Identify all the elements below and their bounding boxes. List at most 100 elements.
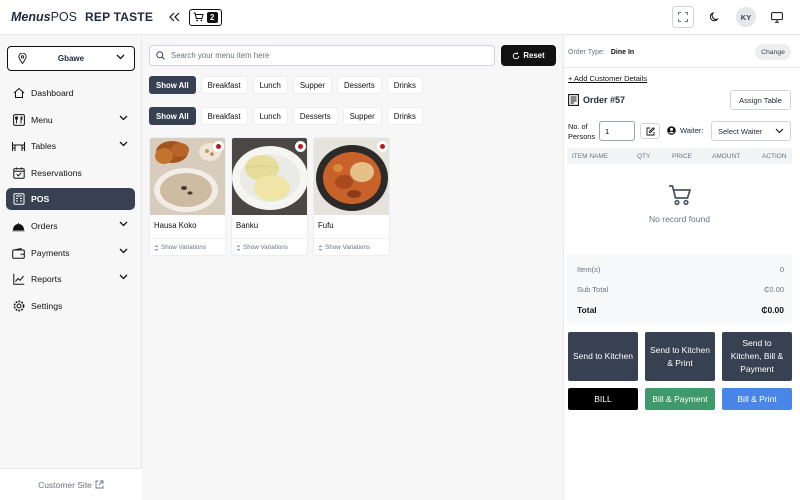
search-input[interactable] — [171, 51, 471, 60]
sidebar-item-label: Reservations — [31, 168, 82, 178]
assign-table-button[interactable]: Assign Table — [730, 90, 791, 110]
filter-lunch[interactable]: Lunch — [252, 76, 288, 94]
customer-display-button[interactable] — [766, 6, 788, 28]
bill-print-button[interactable]: Bill & Print — [722, 388, 792, 410]
menu-item-card[interactable]: Banku Show Variations — [231, 137, 308, 256]
filter-desserts[interactable]: Desserts — [292, 107, 338, 125]
filter-show-all[interactable]: Show All — [149, 107, 196, 125]
chevron-down-icon — [119, 115, 128, 121]
add-customer-details-link[interactable]: + Add Customer Details — [568, 74, 647, 83]
sidebar-item-reservations[interactable]: Reservations — [6, 162, 135, 184]
subtotal-value: ₵0.00 — [763, 285, 784, 294]
edit-persons-button[interactable] — [640, 123, 660, 139]
sidebar: Gbawe Dashboard Menu Tables Reservations… — [0, 36, 142, 500]
filter-breakfast[interactable]: Breakfast — [200, 107, 248, 125]
show-variations-link[interactable]: Show Variations — [154, 244, 206, 251]
waiter-label: Waiter: — [667, 126, 703, 135]
subtotal-row: Sub Total ₵0.00 — [577, 285, 784, 294]
change-order-type-button[interactable]: Change — [755, 44, 791, 60]
wallet-icon — [12, 247, 25, 260]
logo-text-light: POS — [50, 10, 77, 24]
menu-item-name: Banku — [236, 221, 259, 230]
waiter-select[interactable]: Select Waiter — [711, 121, 791, 141]
sidebar-item-reports[interactable]: Reports — [6, 268, 135, 290]
filter-drinks[interactable]: Drinks — [386, 107, 423, 125]
moon-icon — [710, 12, 719, 22]
menu-item-card[interactable]: Hausa Koko Show Variations — [149, 137, 226, 256]
app-logo[interactable]: Menus POS — [11, 10, 77, 24]
veg-indicator-icon — [377, 141, 388, 152]
sidebar-item-pos[interactable]: POS — [6, 188, 135, 210]
filter-supper[interactable]: Supper — [292, 76, 332, 94]
show-variations-link[interactable]: Show Variations — [236, 244, 288, 251]
bill-payment-button[interactable]: Bill & Payment — [645, 388, 715, 410]
bill-button[interactable]: BILL — [568, 388, 638, 410]
empty-order-text: No record found — [649, 214, 710, 224]
items-count-value: 0 — [779, 265, 784, 274]
filter-desserts[interactable]: Desserts — [336, 76, 382, 94]
show-variations-link[interactable]: Show Variations — [318, 244, 370, 251]
cart-button[interactable]: 2 — [189, 8, 222, 26]
menu-item-name: Fufu — [318, 221, 334, 230]
chevron-down-icon — [119, 274, 128, 280]
order-title: Order #57 — [568, 94, 625, 106]
column-action: ACTION — [762, 152, 787, 160]
order-items-header: ITEM NAME QTY PRICE AMOUNT ACTION — [567, 148, 792, 164]
restaurant-name: REP TASTE — [85, 10, 154, 24]
user-icon — [667, 126, 676, 135]
external-link-icon — [95, 480, 104, 489]
filter-drinks[interactable]: Drinks — [386, 76, 423, 94]
sidebar-item-label: Dashboard — [31, 88, 74, 98]
persons-input[interactable] — [599, 121, 635, 141]
subtotal-label: Sub Total — [577, 285, 609, 294]
category-filters-primary: Show All Breakfast Lunch Supper Desserts… — [149, 76, 423, 94]
menu-item-image — [314, 138, 389, 215]
veg-indicator-icon — [295, 141, 306, 152]
cart-count: 2 — [207, 11, 218, 23]
branch-selector[interactable]: Gbawe — [7, 46, 135, 71]
sidebar-item-tables[interactable]: Tables — [6, 135, 135, 157]
fullscreen-button[interactable] — [672, 6, 694, 28]
order-panel: Order Type: Dine In Change + Add Customer… — [563, 36, 800, 500]
send-to-kitchen-button[interactable]: Send to Kitchen — [568, 332, 638, 381]
top-bar: Menus POS REP TASTE 2 KY — [0, 0, 800, 35]
chevron-down-icon — [119, 141, 128, 147]
sidebar-item-label: Orders — [31, 221, 58, 231]
chevron-down-icon — [116, 54, 125, 60]
collapse-sidebar-icon[interactable] — [167, 10, 181, 24]
cart-icon — [668, 185, 691, 206]
send-to-kitchen-bill-payment-button[interactable]: Send to Kitchen, Bill & Payment — [722, 332, 792, 381]
home-icon — [12, 87, 25, 100]
sidebar-item-orders[interactable]: Orders — [6, 215, 135, 237]
sidebar-item-label: Settings — [31, 301, 63, 311]
filter-supper[interactable]: Supper — [342, 107, 382, 125]
chevron-down-icon — [775, 128, 784, 134]
table-icon — [12, 140, 25, 153]
dark-mode-toggle[interactable] — [704, 6, 726, 28]
branch-name: Gbawe — [57, 54, 85, 63]
chevron-down-icon — [119, 248, 128, 254]
menu-item-name: Hausa Koko — [154, 221, 197, 230]
reset-button[interactable]: Reset — [501, 45, 556, 66]
sidebar-item-label: Tables — [31, 141, 57, 151]
reset-label: Reset — [523, 51, 545, 60]
waiter-label-text: Waiter: — [680, 126, 704, 135]
cloche-icon — [12, 220, 25, 233]
filter-show-all[interactable]: Show All — [149, 76, 196, 94]
filter-lunch[interactable]: Lunch — [252, 107, 288, 125]
pos-terminal-icon — [12, 193, 25, 206]
column-qty: QTY — [637, 152, 651, 160]
sidebar-item-dashboard[interactable]: Dashboard — [6, 82, 135, 104]
filter-breakfast[interactable]: Breakfast — [200, 76, 248, 94]
sidebar-item-payments[interactable]: Payments — [6, 242, 135, 264]
persons-label-line1: No. of — [568, 122, 588, 131]
customer-site-link[interactable]: Customer Site — [0, 468, 142, 500]
show-variations-label: Show Variations — [243, 244, 289, 251]
search-bar[interactable] — [149, 45, 495, 66]
fullscreen-icon — [678, 12, 688, 22]
user-avatar[interactable]: KY — [736, 7, 756, 27]
sidebar-item-menu[interactable]: Menu — [6, 109, 135, 131]
send-to-kitchen-print-button[interactable]: Send to Kitchen & Print — [645, 332, 715, 381]
sidebar-item-settings[interactable]: Settings — [6, 295, 135, 317]
menu-item-card[interactable]: Fufu Show Variations — [313, 137, 390, 256]
